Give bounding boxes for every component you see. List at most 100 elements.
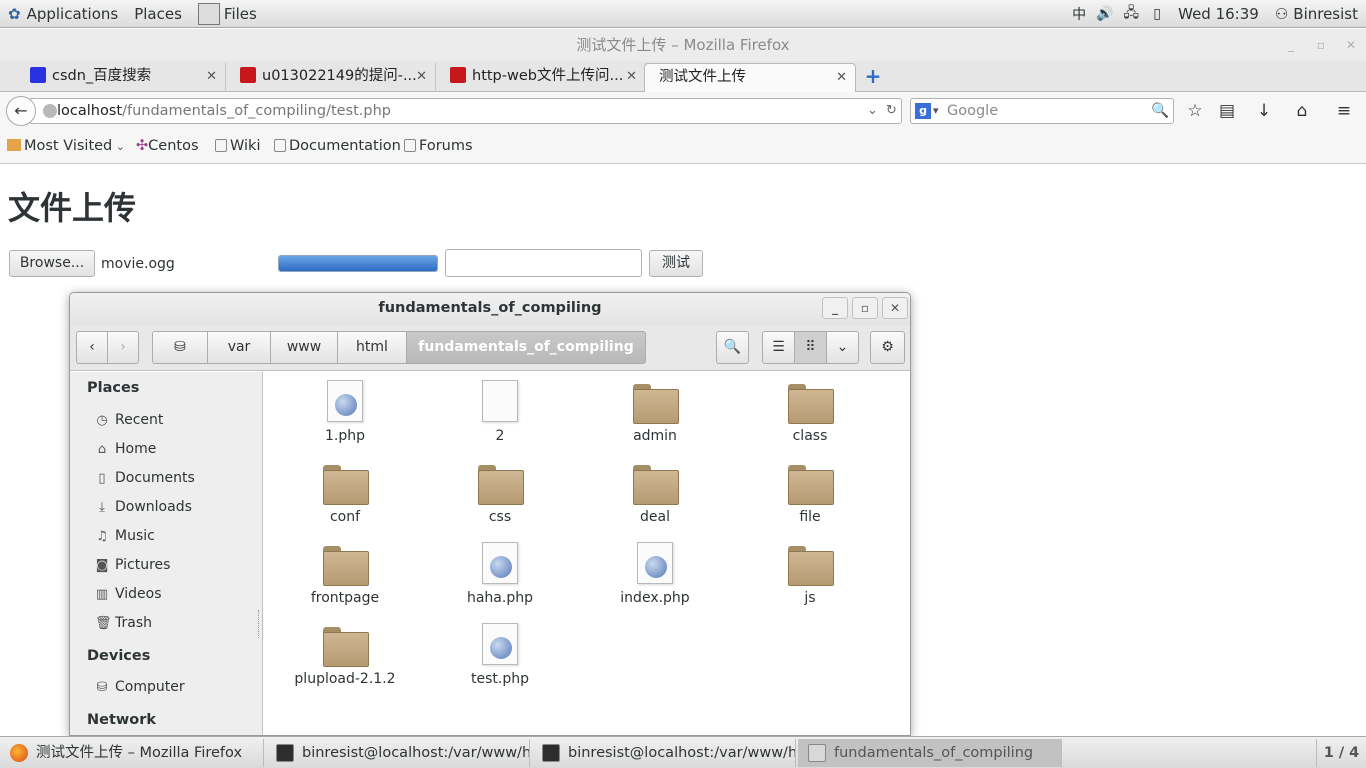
clock[interactable]: Wed 16:39 bbox=[1170, 0, 1267, 28]
home-icon[interactable]: ⌂ bbox=[1289, 98, 1315, 124]
network-icon[interactable]: 🖧 bbox=[1120, 2, 1142, 26]
forward-chevron-icon[interactable]: › bbox=[107, 331, 139, 364]
search-icon[interactable]: 🔍 bbox=[716, 331, 749, 364]
sidebar-item-recent[interactable]: ◷ Recent bbox=[95, 412, 163, 428]
text-input[interactable] bbox=[445, 249, 642, 277]
file-item[interactable]: frontpage bbox=[285, 542, 405, 606]
file-item-label: plupload-2.1.2 bbox=[294, 671, 396, 687]
maximize-icon[interactable]: ▫ bbox=[852, 297, 878, 319]
url-history-dropdown-icon[interactable]: ⌄ bbox=[867, 99, 878, 123]
file-item[interactable]: conf bbox=[285, 461, 405, 525]
applications-menu[interactable]: ✿ Applications bbox=[0, 0, 126, 28]
bookmark-star-icon[interactable]: ☆ bbox=[1182, 98, 1208, 124]
reading-list-icon[interactable]: ▤ bbox=[1214, 98, 1240, 124]
firefox-window-title: 测试文件上传 – Mozilla Firefox bbox=[576, 36, 790, 54]
tab-close-icon[interactable]: ✕ bbox=[836, 64, 847, 91]
workspace-indicator[interactable]: 1 / 4 bbox=[1316, 739, 1366, 767]
list-view-icon[interactable]: ☰ bbox=[762, 331, 795, 364]
sidebar-item-trash[interactable]: 🗑 Trash bbox=[95, 615, 152, 631]
most-visited-folder-icon bbox=[7, 139, 21, 151]
file-item[interactable]: class bbox=[750, 380, 870, 444]
maximize-icon[interactable]: ▫ bbox=[1308, 29, 1334, 61]
sidebar-item-documents[interactable]: ▯ Documents bbox=[95, 470, 194, 486]
user-menu[interactable]: ⚇ Binresist bbox=[1267, 0, 1366, 28]
tab-close-icon[interactable]: ✕ bbox=[206, 63, 217, 90]
close-icon[interactable]: ✕ bbox=[1338, 29, 1364, 61]
minimize-icon[interactable]: _ bbox=[822, 297, 848, 319]
input-method-indicator[interactable]: 中 bbox=[1068, 4, 1090, 24]
reload-icon[interactable]: ↻ bbox=[886, 99, 897, 123]
trash-icon: 🗑 bbox=[95, 616, 112, 631]
sidebar-item-label: Trash bbox=[115, 615, 152, 631]
bookmark-documentation[interactable]: Documentation bbox=[274, 138, 401, 154]
tab-close-icon[interactable]: ✕ bbox=[626, 63, 637, 90]
file-item[interactable]: test.php bbox=[440, 623, 560, 687]
battery-icon[interactable]: ▯ bbox=[1146, 6, 1168, 22]
search-magnifier-icon[interactable]: 🔍 bbox=[1151, 99, 1169, 123]
test-button[interactable]: 测试 bbox=[649, 250, 703, 277]
tab-http-upload[interactable]: http-web文件上传问... ✕ bbox=[436, 63, 646, 92]
site-identity-icon[interactable] bbox=[43, 104, 57, 118]
file-item-label: class bbox=[792, 428, 828, 444]
downloads-icon[interactable]: ↓ bbox=[1251, 98, 1277, 124]
task-label: fundamentals_of_compiling bbox=[834, 745, 1034, 761]
bookmark-wiki[interactable]: Wiki bbox=[215, 138, 260, 154]
back-arrow-icon[interactable]: ← bbox=[6, 96, 36, 126]
files-cabinet-icon bbox=[808, 744, 826, 762]
tab-csdn-question[interactable]: u013022149的提问-... ✕ bbox=[226, 63, 436, 92]
sidebar-item-computer[interactable]: ⛁ Computer bbox=[95, 679, 185, 695]
file-item[interactable]: deal bbox=[595, 461, 715, 525]
file-item[interactable]: index.php bbox=[595, 542, 715, 606]
file-item[interactable]: 2 bbox=[440, 380, 560, 444]
breadcrumb-current-folder[interactable]: fundamentals_of_compiling bbox=[406, 331, 646, 364]
files-label: Files bbox=[223, 4, 257, 23]
gear-icon[interactable]: ⚙ bbox=[870, 331, 905, 364]
breadcrumb-html[interactable]: html bbox=[337, 331, 407, 364]
minimize-icon[interactable]: _ bbox=[1278, 29, 1304, 61]
sidebar-item-downloads[interactable]: ⤓ Downloads bbox=[95, 499, 192, 515]
places-menu[interactable]: Places bbox=[126, 0, 190, 28]
file-item[interactable]: css bbox=[440, 461, 560, 525]
task-terminal-1[interactable]: binresist@localhost:/var/www/h... bbox=[266, 739, 530, 767]
file-item[interactable]: file bbox=[750, 461, 870, 525]
tab-close-icon[interactable]: ✕ bbox=[416, 63, 427, 90]
file-item[interactable]: admin bbox=[595, 380, 715, 444]
view-options-chevron-down-icon[interactable]: ⌄ bbox=[826, 331, 859, 364]
bookmark-most-visited[interactable]: Most Visited ⌄ bbox=[7, 138, 125, 154]
file-item[interactable]: js bbox=[750, 542, 870, 606]
sidebar-item-label: Recent bbox=[115, 412, 164, 428]
task-terminal-2[interactable]: binresist@localhost:/var/www/h... bbox=[532, 739, 796, 767]
close-icon[interactable]: ✕ bbox=[882, 297, 908, 319]
google-engine-icon[interactable]: g bbox=[915, 103, 931, 119]
browse-button[interactable]: Browse... bbox=[9, 250, 95, 277]
sidebar-item-videos[interactable]: ▥ Videos bbox=[95, 586, 162, 602]
bookmark-forums[interactable]: Forums bbox=[404, 138, 473, 154]
tab-baidu-search[interactable]: csdn_百度搜索 ✕ bbox=[16, 63, 226, 92]
files-app-menu[interactable]: Files bbox=[190, 0, 265, 28]
menu-hamburger-icon[interactable]: ≡ bbox=[1331, 98, 1357, 124]
breadcrumb-var[interactable]: var bbox=[207, 331, 271, 364]
breadcrumb-www[interactable]: www bbox=[270, 331, 338, 364]
sidebar-item-music[interactable]: ♫ Music bbox=[95, 528, 155, 544]
grid-view-icon[interactable]: ⠿ bbox=[794, 331, 827, 364]
search-engine-dropdown-icon[interactable]: ▾ bbox=[933, 99, 939, 123]
file-item[interactable]: plupload-2.1.2 bbox=[285, 623, 405, 687]
bookmark-centos[interactable]: ✣Centos bbox=[136, 138, 199, 154]
back-chevron-icon[interactable]: ‹ bbox=[76, 331, 108, 364]
file-item[interactable]: haha.php bbox=[440, 542, 560, 606]
sidebar-item-home[interactable]: ⌂ Home bbox=[95, 441, 156, 457]
sidebar-item-pictures[interactable]: ◙ Pictures bbox=[95, 557, 171, 573]
volume-icon[interactable]: 🔊 bbox=[1094, 6, 1116, 22]
task-firefox[interactable]: 测试文件上传 – Mozilla Firefox bbox=[0, 739, 264, 767]
file-item[interactable]: 1.php bbox=[285, 380, 405, 444]
search-bar[interactable]: g ▾ Google 🔍 bbox=[910, 98, 1174, 124]
breadcrumb-root-drive-icon[interactable]: ⛁ bbox=[152, 331, 208, 364]
sidebar-resize-handle[interactable] bbox=[258, 610, 260, 638]
new-tab-plus-icon[interactable]: + bbox=[862, 64, 884, 88]
tab-label: 测试文件上传 bbox=[659, 69, 746, 85]
tab-file-upload-test[interactable]: 测试文件上传 ✕ bbox=[644, 63, 856, 92]
task-files[interactable]: fundamentals_of_compiling bbox=[798, 739, 1062, 767]
url-bar[interactable]: localhost/fundamentals_of_compiling/test… bbox=[30, 98, 902, 124]
php-file-icon bbox=[482, 542, 518, 584]
url-host: localhost bbox=[57, 103, 123, 119]
